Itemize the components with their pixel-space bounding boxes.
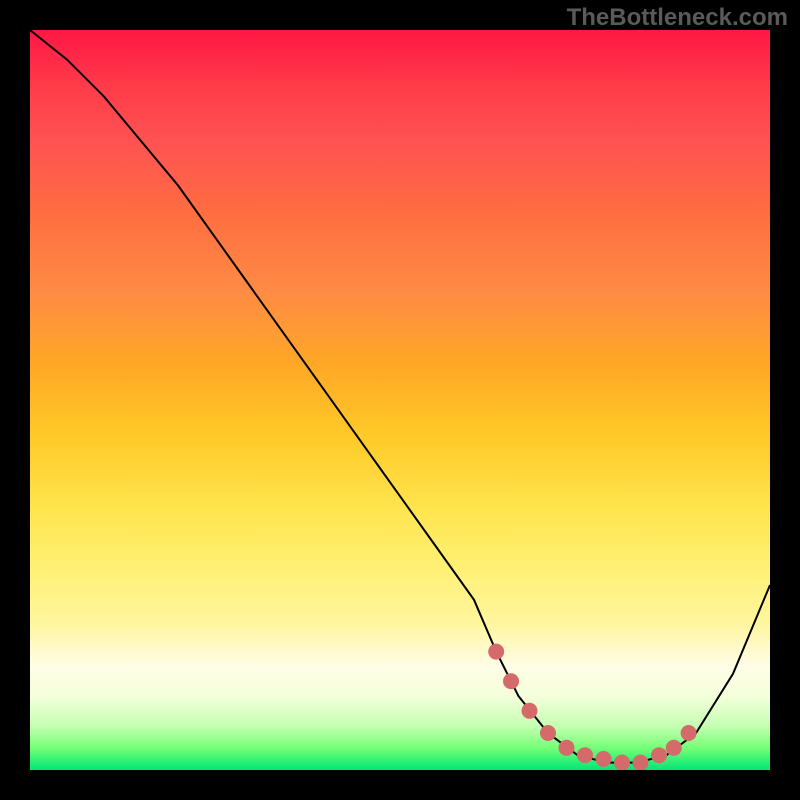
optimal-dot [540, 725, 556, 741]
bottleneck-curve-path [30, 30, 770, 763]
optimal-dot [522, 703, 538, 719]
optimal-dot [596, 751, 612, 767]
optimal-dot [651, 747, 667, 763]
curve-svg [30, 30, 770, 770]
chart-area [30, 30, 770, 770]
optimal-dot [503, 673, 519, 689]
optimal-dot [681, 725, 697, 741]
watermark-text: TheBottleneck.com [567, 4, 788, 32]
optimal-dot [633, 755, 649, 770]
optimal-dot [488, 644, 504, 660]
optimal-dot [614, 755, 630, 770]
optimal-dot [577, 747, 593, 763]
optimal-dot [666, 740, 682, 756]
optimal-dot [559, 740, 575, 756]
optimal-range-dots [488, 644, 696, 770]
